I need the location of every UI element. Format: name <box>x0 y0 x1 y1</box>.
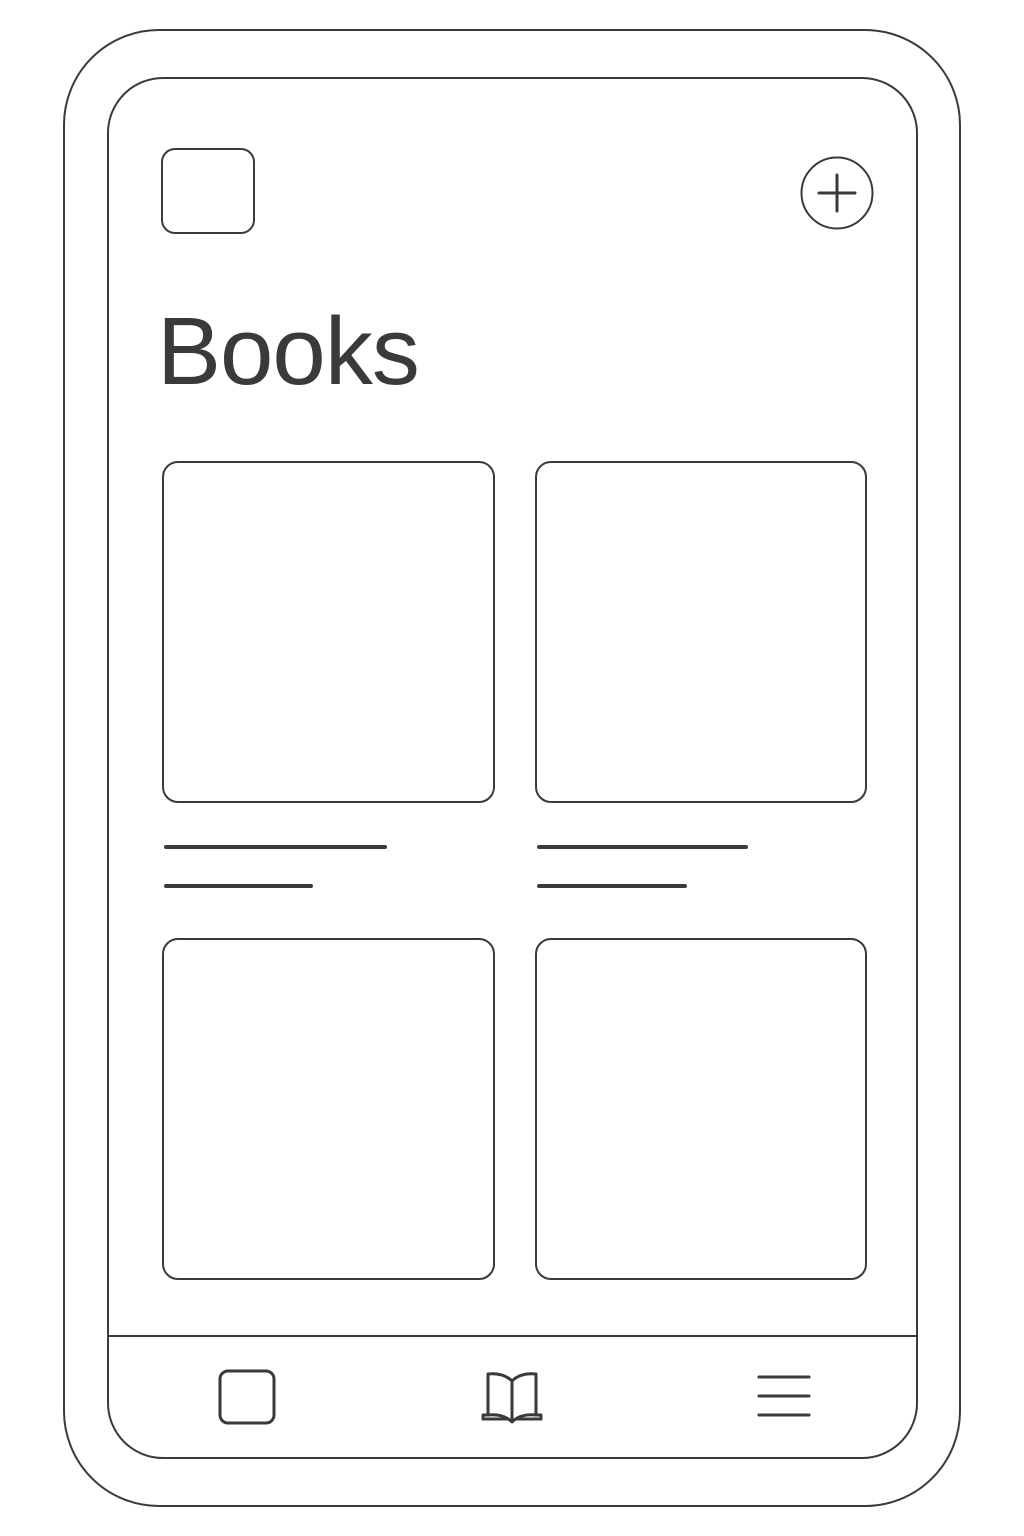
tab-home[interactable] <box>213 1367 279 1427</box>
book-subtitle-placeholder <box>537 884 687 888</box>
book-title-placeholder <box>537 845 748 849</box>
plus-circle-icon <box>800 156 874 230</box>
tab-menu[interactable] <box>751 1367 817 1427</box>
book-title-placeholder <box>164 845 387 849</box>
book-cover[interactable] <box>535 938 867 1280</box>
book-cover[interactable] <box>535 461 867 803</box>
app-screen: Books <box>107 77 918 1459</box>
book-cover[interactable] <box>162 938 495 1280</box>
book-cover[interactable] <box>162 461 495 803</box>
tab-bar <box>109 1335 916 1457</box>
open-book-icon <box>481 1372 543 1424</box>
tab-library[interactable] <box>479 1367 545 1427</box>
page-title: Books <box>157 298 420 405</box>
add-button[interactable] <box>800 156 874 230</box>
menu-icon <box>757 1375 811 1417</box>
square-icon[interactable] <box>161 148 255 234</box>
square-icon <box>218 1369 276 1425</box>
book-subtitle-placeholder <box>164 884 313 888</box>
